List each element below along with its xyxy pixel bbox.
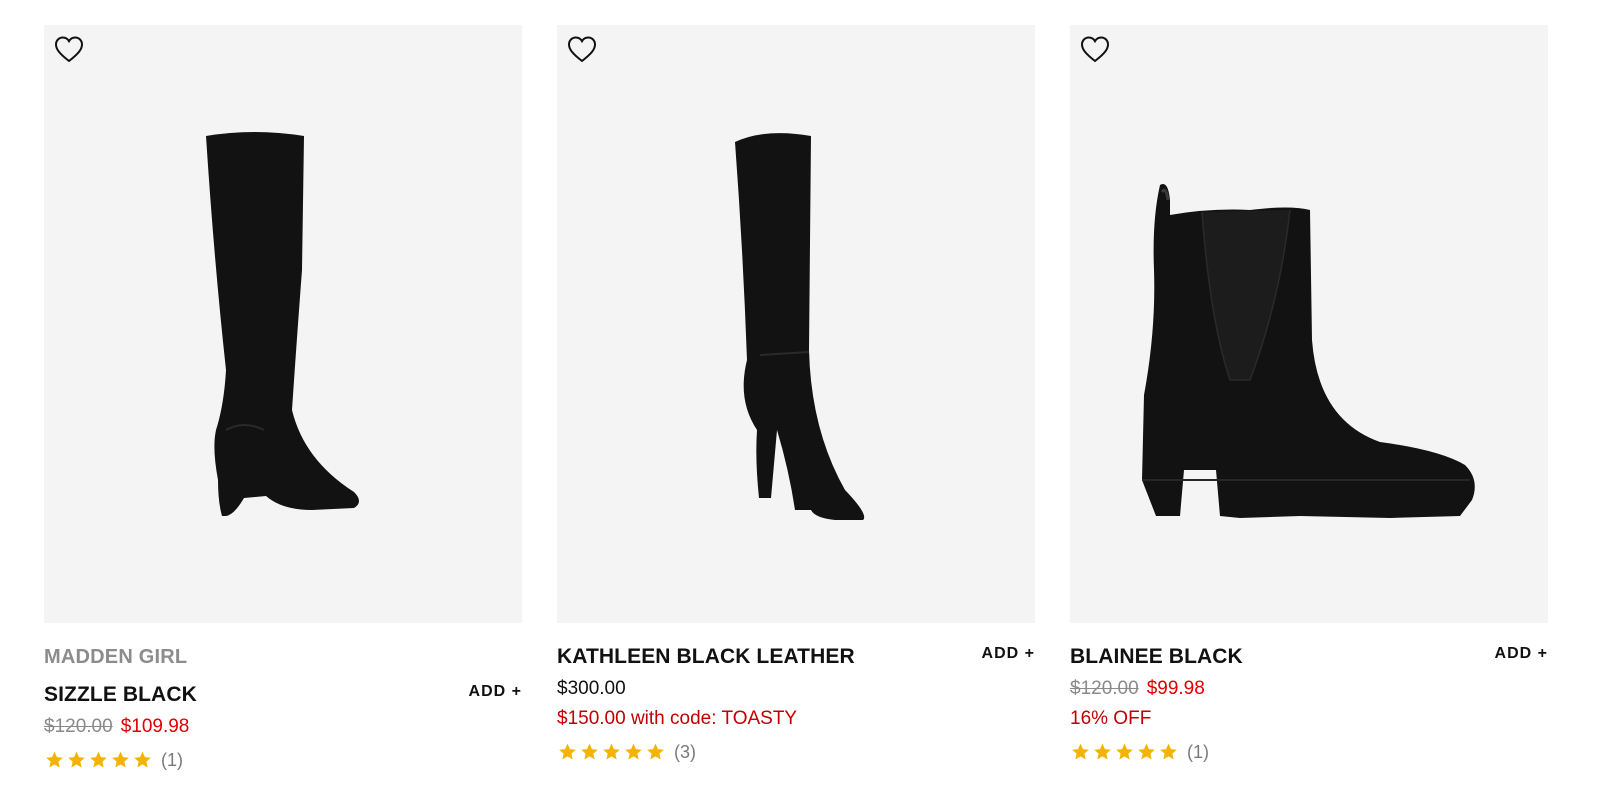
product-name[interactable]: SIZZLE BLACK — [44, 683, 522, 707]
product-image-container[interactable] — [44, 25, 522, 623]
rating[interactable]: (3) — [557, 741, 1035, 763]
original-price: $120.00 — [44, 716, 113, 737]
review-count[interactable]: (1) — [1187, 742, 1209, 763]
rating[interactable]: (1) — [44, 749, 522, 771]
product-brand: MADDEN GIRL — [44, 646, 188, 668]
product-name[interactable]: KATHLEEN BLACK LEATHER — [557, 645, 1035, 669]
star-icon — [90, 751, 107, 768]
review-count[interactable]: (3) — [674, 742, 696, 763]
original-price: $120.00 — [1070, 678, 1139, 699]
star-icon — [1138, 743, 1155, 760]
product-image-container[interactable] — [557, 25, 1035, 623]
heart-icon[interactable] — [1080, 35, 1110, 63]
star-icon — [134, 751, 151, 768]
star-icon — [46, 751, 63, 768]
star-icon — [625, 743, 642, 760]
product-image — [735, 133, 865, 520]
star-icon — [1094, 743, 1111, 760]
product-card[interactable]: BLAINEE BLACK ADD + $120.00 $99.98 16% OF… — [1070, 25, 1548, 763]
product-image — [1142, 184, 1475, 518]
product-card[interactable]: KATHLEEN BLACK LEATHER ADD + $300.00 $15… — [557, 25, 1035, 763]
star-icon — [559, 743, 576, 760]
add-to-cart-button[interactable]: ADD + — [469, 683, 522, 701]
product-name[interactable]: BLAINEE BLACK — [1070, 645, 1548, 669]
discount-text: 16% OFF — [1070, 708, 1152, 729]
star-icon — [112, 751, 129, 768]
star-icon — [581, 743, 598, 760]
star-icon — [647, 743, 664, 760]
star-icon — [68, 751, 85, 768]
add-to-cart-button[interactable]: ADD + — [1495, 645, 1548, 663]
heart-icon[interactable] — [567, 35, 597, 63]
sale-price: $109.98 — [120, 716, 190, 737]
promo-text: $150.00 with code: TOASTY — [557, 708, 798, 729]
star-icon — [1160, 743, 1177, 760]
star-icon — [1072, 743, 1089, 760]
rating[interactable]: (1) — [1070, 741, 1548, 763]
star-icon — [1116, 743, 1133, 760]
product-image — [206, 132, 359, 516]
sale-price: $99.98 — [1146, 678, 1205, 699]
review-count[interactable]: (1) — [161, 750, 183, 771]
product-card[interactable]: MADDEN GIRL SIZZLE BLACK ADD + $120.00 $1… — [44, 25, 522, 771]
heart-icon[interactable] — [54, 35, 84, 63]
star-icon — [603, 743, 620, 760]
regular-price: $300.00 — [557, 678, 626, 699]
product-image-container[interactable] — [1070, 25, 1548, 623]
add-to-cart-button[interactable]: ADD + — [982, 645, 1035, 663]
